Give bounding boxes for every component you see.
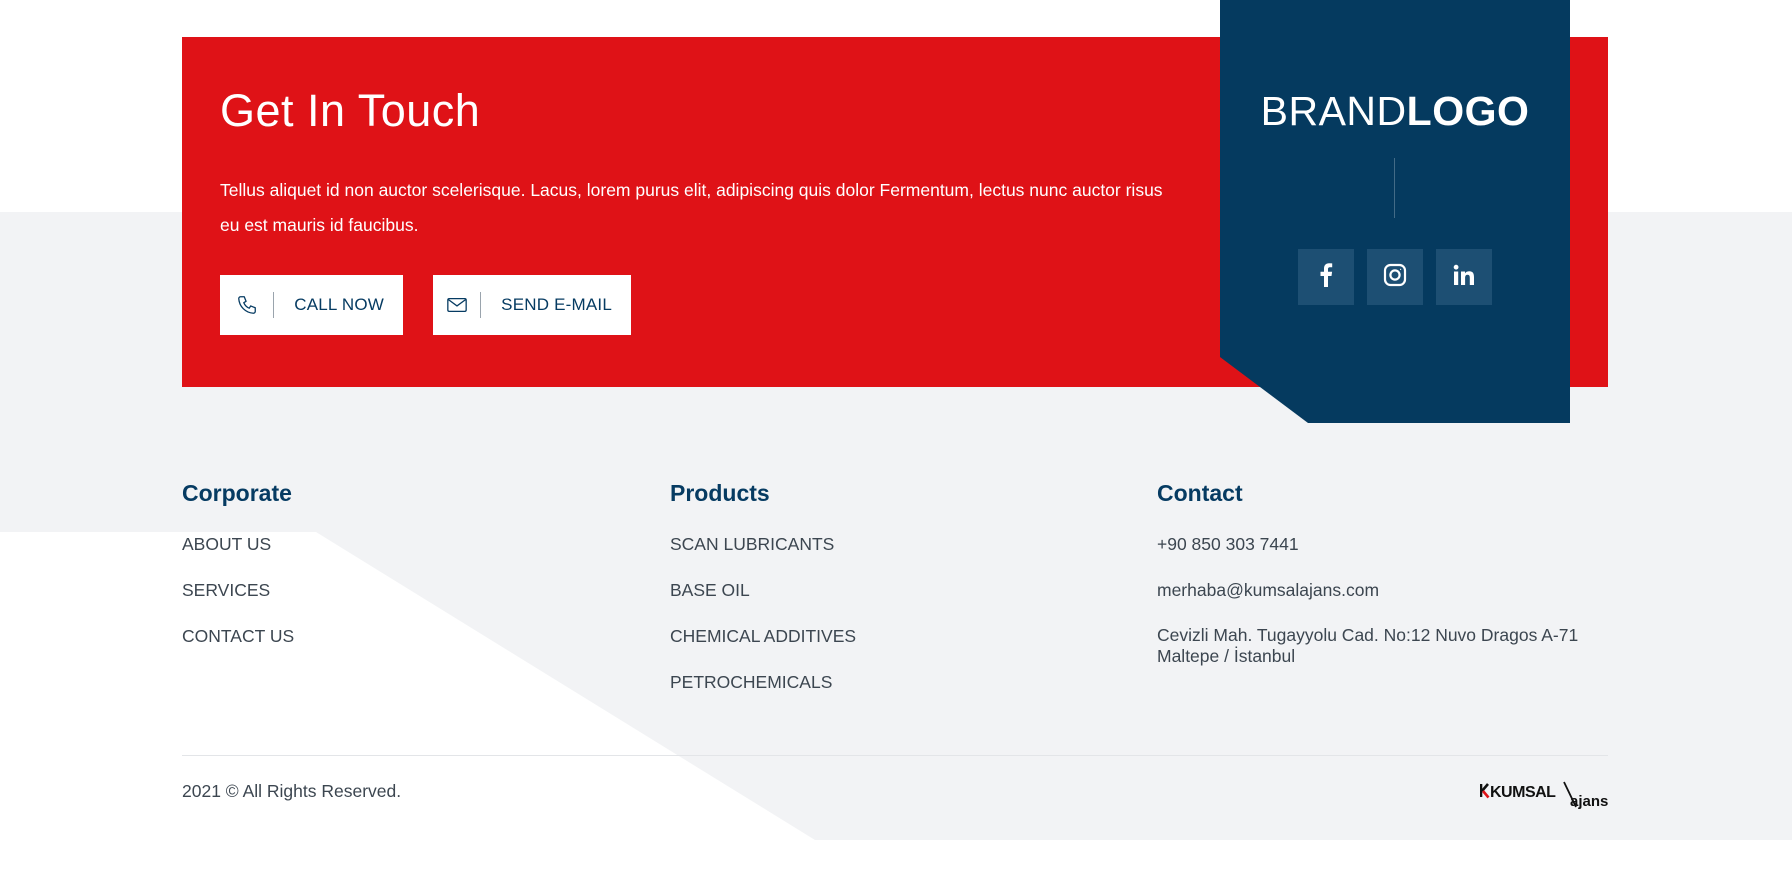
linkedin-button[interactable] — [1436, 249, 1492, 305]
footer-link-scan-lubricants[interactable]: SCAN LUBRICANTS — [670, 533, 856, 555]
contact-heading: Contact — [1157, 480, 1243, 506]
kumsal-ajans-logo[interactable]: KUMSAL ajans — [1480, 780, 1608, 810]
copyright-text: 2021 © All Rights Reserved. — [182, 781, 402, 801]
footer-divider — [182, 755, 1608, 756]
instagram-button[interactable] — [1367, 249, 1423, 305]
facebook-icon — [1319, 262, 1333, 292]
footer-link-contact-us[interactable]: CONTACT US — [182, 625, 294, 647]
products-heading: Products — [670, 480, 770, 506]
brand-logo[interactable]: BRANDLOGO — [1220, 88, 1570, 135]
social-links — [1298, 249, 1492, 305]
brand-panel: BRANDLOGO — [1220, 0, 1570, 423]
brand-logo-light: BRAND — [1260, 88, 1407, 134]
call-now-label: CALL NOW — [294, 295, 384, 314]
brand-logo-bold: LOGO — [1406, 88, 1530, 134]
kumsal-logo-main: KUMSAL — [1490, 784, 1556, 801]
call-now-button[interactable]: CALL NOW — [220, 275, 403, 335]
brand-divider — [1394, 158, 1395, 218]
footer-column-products: Products SCAN LUBRICANTS BASE OIL CHEMIC… — [670, 480, 856, 717]
brand-panel-shape — [1220, 0, 1570, 423]
address-line-1: Cevizli Mah. Tugayyolu Cad. No:12 Nuvo D… — [1157, 625, 1579, 645]
send-email-label: SEND E-MAIL — [501, 295, 612, 314]
address-line-2: Maltepe / İstanbul — [1157, 646, 1296, 666]
footer-link-services[interactable]: SERVICES — [182, 579, 294, 601]
footer-column-corporate: Corporate ABOUT US SERVICES CONTACT US — [182, 480, 294, 671]
footer-link-base-oil[interactable]: BASE OIL — [670, 579, 856, 601]
kumsal-logo-suffix: ajans — [1570, 793, 1608, 810]
contact-email[interactable]: merhaba@kumsalajans.com — [1157, 579, 1578, 601]
footer-link-petrochemicals[interactable]: PETROCHEMICALS — [670, 671, 856, 693]
phone-icon — [220, 275, 273, 335]
footer-column-contact: Contact +90 850 303 7441 merhaba@kumsala… — [1157, 480, 1578, 691]
cta-description: Tellus aliquet id non auctor scelerisque… — [220, 180, 1163, 235]
footer-link-chemical-additives[interactable]: CHEMICAL ADDITIVES — [670, 625, 856, 647]
contact-address: Cevizli Mah. Tugayyolu Cad. No:12 Nuvo D… — [1157, 625, 1578, 667]
corporate-heading: Corporate — [182, 480, 292, 506]
envelope-icon — [433, 275, 480, 335]
linkedin-icon — [1453, 264, 1475, 291]
instagram-icon — [1383, 263, 1407, 292]
footer-link-about-us[interactable]: ABOUT US — [182, 533, 294, 555]
contact-phone[interactable]: +90 850 303 7441 — [1157, 533, 1578, 555]
send-email-button[interactable]: SEND E-MAIL — [433, 275, 631, 335]
cta-title: Get In Touch — [220, 85, 481, 136]
facebook-button[interactable] — [1298, 249, 1354, 305]
